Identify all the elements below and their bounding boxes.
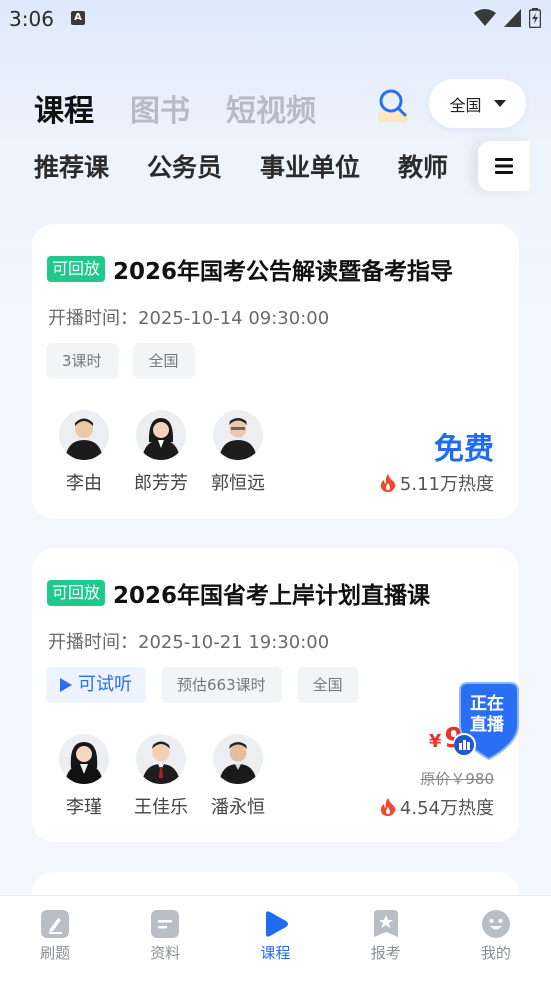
popularity: 5.11万热度 (380, 470, 494, 496)
teacher-name: 郎芳芳 (134, 473, 188, 494)
nav-profile[interactable]: 我的 (441, 896, 551, 981)
trial-button[interactable]: 可试听 (46, 667, 146, 703)
course-tags: 可试听 预估663课时 全国 (46, 667, 359, 703)
nav-label: 报考 (370, 944, 401, 962)
popularity: 4.54万热度 (380, 794, 494, 820)
smiley-icon (481, 910, 510, 938)
avatar (136, 734, 186, 784)
category-civil-servant[interactable]: 公务员 (147, 148, 222, 184)
trial-label: 可试听 (78, 674, 132, 695)
live-label: 正在 直播 (454, 694, 520, 736)
category-tabs: 推荐课 公务员 事业单位 教师 (34, 148, 448, 184)
signal-icon (504, 9, 521, 27)
status-icons (474, 8, 541, 28)
flame-icon (380, 474, 396, 492)
live-now-badge[interactable]: 正在 直播 (452, 681, 526, 761)
wifi-icon (474, 9, 496, 26)
region-tag: 全国 (132, 343, 195, 379)
play-icon (265, 911, 288, 937)
caret-down-icon (493, 99, 506, 107)
avatar (59, 734, 109, 784)
search-icon (379, 89, 407, 117)
avatar (59, 410, 109, 460)
live-line-1: 正在 (470, 694, 504, 714)
course-title: 2026年国省考上岸计划直播课 (113, 583, 431, 609)
status-time: 3:06 (9, 7, 54, 31)
nav-materials[interactable]: 资料 (110, 896, 220, 981)
nav-practice[interactable]: 刷题 (0, 896, 110, 981)
course-card[interactable]: 可回放 2026年国省考上岸计划直播课 开播时间：2025-10-21 19:3… (32, 548, 519, 842)
currency-symbol: ¥ (428, 731, 442, 752)
pencil-icon (41, 910, 70, 938)
price-free: 免费 (434, 432, 494, 467)
document-icon (151, 910, 180, 938)
nav-label: 课程 (260, 944, 291, 962)
nav-courses[interactable]: 课程 (220, 896, 330, 981)
category-menu-button[interactable] (478, 141, 530, 191)
tab-books[interactable]: 图书 (130, 86, 190, 130)
region-label: 全国 (449, 95, 482, 115)
region-selector[interactable]: 全国 (429, 79, 526, 128)
teacher-name: 郭恒远 (211, 473, 265, 494)
avatar (213, 734, 263, 784)
battery-icon (529, 8, 541, 28)
lesson-count-tag: 3课时 (46, 343, 118, 379)
tab-short-videos[interactable]: 短视频 (226, 86, 316, 130)
course-title-row: 可回放 2026年国考公告解读暨备考指导 (47, 252, 453, 286)
teacher-name: 李瑾 (66, 797, 102, 818)
status-bar: 3:06 A (0, 0, 551, 40)
teacher[interactable]: 李由 (57, 410, 111, 495)
teacher-name: 李由 (66, 473, 102, 494)
teacher[interactable]: 李瑾 (57, 734, 111, 819)
teacher[interactable]: 郎芳芳 (134, 410, 188, 495)
nav-registration[interactable]: 报考 (331, 896, 441, 981)
teacher-list: 李瑾 王佳乐 潘永恒 (57, 734, 265, 819)
course-title-row: 可回放 2026年国省考上岸计划直播课 (47, 576, 430, 610)
category-teacher[interactable]: 教师 (398, 148, 448, 184)
nav-label: 我的 (480, 944, 511, 962)
course-start-time: 开播时间：2025-10-21 19:30:00 (48, 632, 330, 653)
category-public-institution[interactable]: 事业单位 (260, 148, 360, 184)
teacher[interactable]: 王佳乐 (134, 734, 188, 819)
lesson-count-tag: 预估663课时 (161, 667, 282, 703)
nav-label: 刷题 (40, 944, 71, 962)
teacher[interactable]: 潘永恒 (211, 734, 265, 819)
avatar (136, 410, 186, 460)
bookmark-star-icon (373, 910, 398, 937)
flame-icon (380, 798, 396, 816)
bottom-nav: 刷题 资料 课程 报考 我的 (0, 895, 551, 981)
menu-icon (495, 158, 513, 174)
main-tabs: 课程 图书 短视频 (34, 86, 316, 130)
teacher-list: 李由 郎芳芳 郭恒远 (57, 410, 265, 495)
course-start-time: 开播时间：2025-10-14 09:30:00 (48, 308, 330, 329)
replay-badge: 可回放 (47, 580, 106, 606)
category-recommended[interactable]: 推荐课 (34, 148, 109, 184)
live-line-2: 直播 (470, 715, 504, 735)
replay-badge: 可回放 (47, 256, 106, 282)
course-title: 2026年国考公告解读暨备考指导 (113, 259, 454, 285)
avatar (213, 410, 263, 460)
tab-courses[interactable]: 课程 (34, 86, 94, 130)
original-price: 原价￥980 (420, 770, 494, 788)
nav-label: 资料 (150, 944, 181, 962)
notification-icon: A (71, 11, 85, 25)
play-icon (60, 678, 72, 692)
heat-value: 5.11万热度 (399, 474, 494, 495)
region-tag: 全国 (296, 667, 359, 703)
teacher-name: 潘永恒 (211, 797, 265, 818)
teacher-name: 王佳乐 (134, 797, 188, 818)
heat-value: 4.54万热度 (399, 798, 494, 819)
course-card[interactable]: 可回放 2026年国考公告解读暨备考指导 开播时间：2025-10-14 09:… (32, 224, 519, 519)
teacher[interactable]: 郭恒远 (211, 410, 265, 495)
search-button[interactable] (375, 86, 411, 122)
course-tags: 3课时 全国 (46, 343, 195, 379)
